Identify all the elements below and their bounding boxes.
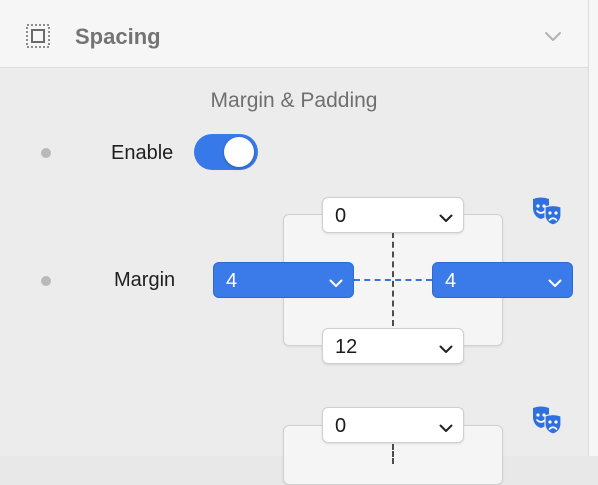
enable-label: Enable: [111, 142, 174, 164]
padding-top-value: 0: [335, 415, 347, 437]
padding-top-select[interactable]: 0: [322, 407, 464, 443]
theater-masks-icon[interactable]: [531, 196, 563, 231]
margin-indicator-dot: [41, 276, 51, 286]
enable-toggle[interactable]: [194, 134, 258, 170]
margin-label: Margin: [114, 269, 176, 291]
subsection-title: Margin & Padding: [210, 89, 378, 112]
chevron-down-icon: [329, 275, 343, 293]
margin-left-select[interactable]: 4: [213, 262, 354, 298]
spacing-section-header[interactable]: Spacing: [0, 0, 588, 68]
margin-left-value: 4: [226, 270, 238, 292]
spacing-icon: [26, 24, 50, 53]
margin-bottom-value: 12: [335, 336, 358, 358]
margin-right-select[interactable]: 4: [432, 262, 573, 298]
chevron-down-icon: [439, 210, 453, 228]
spacing-panel: Spacing Margin & Padding Enable Margin 0…: [0, 0, 588, 485]
margin-top-value: 0: [335, 205, 347, 227]
toggle-knob: [224, 137, 254, 167]
padding-vertical-guide: [392, 444, 394, 464]
margin-horizontal-guide: [354, 279, 432, 281]
chevron-down-icon[interactable]: [544, 29, 562, 47]
scrollbar-track[interactable]: [588, 0, 598, 456]
margin-top-select[interactable]: 0: [322, 197, 464, 233]
section-title: Spacing: [75, 24, 161, 49]
chevron-down-icon: [548, 275, 562, 293]
margin-right-value: 4: [445, 270, 457, 292]
theater-masks-icon[interactable]: [531, 405, 563, 440]
enable-indicator-dot: [41, 148, 51, 158]
chevron-down-icon: [439, 341, 453, 359]
chevron-down-icon: [439, 420, 453, 438]
margin-bottom-select[interactable]: 12: [322, 328, 464, 364]
